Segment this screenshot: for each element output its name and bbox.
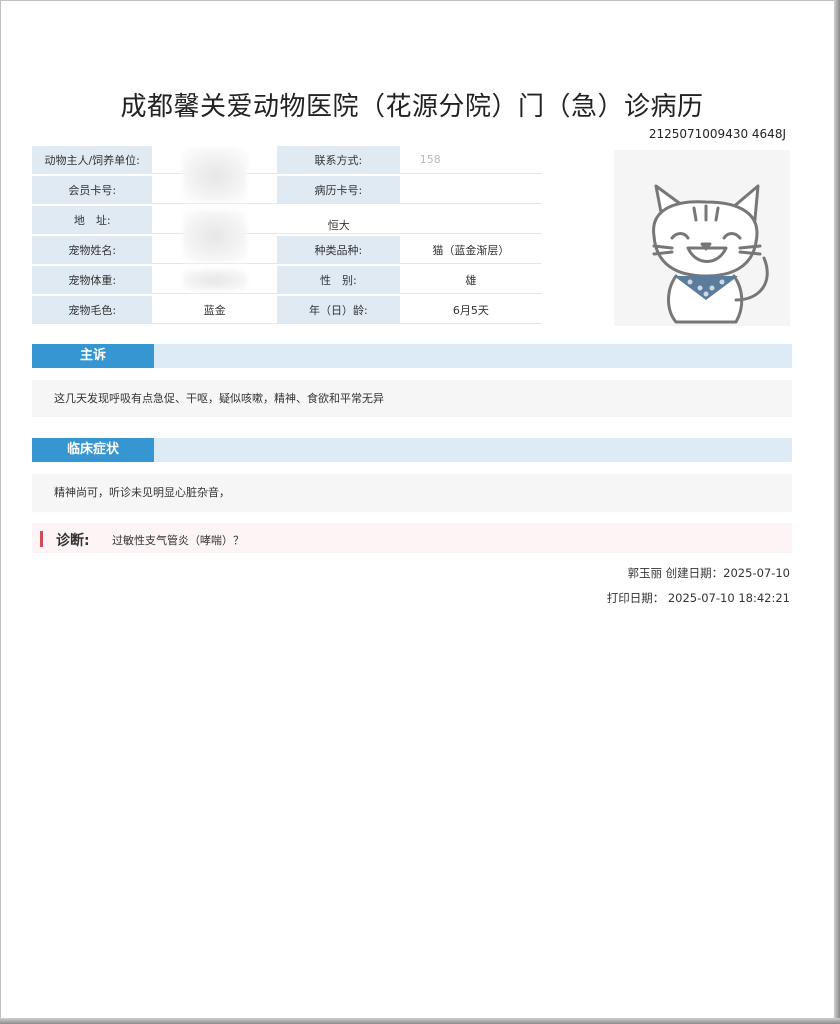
symptoms-header: 临床症状 xyxy=(32,438,792,462)
species-value: 猫（蓝金渐层） xyxy=(399,236,542,264)
patient-info-table: 动物主人/饲养单位: 联系方式: 158 会员卡号: 病历卡号: 地 址: 恒大… xyxy=(32,144,542,326)
printed-date: 打印日期： 2025-07-10 18:42:21 xyxy=(606,591,790,605)
weight-value xyxy=(152,266,277,294)
contact-value: 158 xyxy=(399,146,542,174)
diagnosis-text: 过敏性支气管炎（哮喘）？ xyxy=(112,534,244,547)
diagnosis-box: 诊断: 过敏性支气管炎（哮喘）？ xyxy=(32,523,792,553)
info-row: 会员卡号: 病历卡号: xyxy=(32,149,542,204)
medical-record-page: 成都馨关爱动物医院（花源分院）门（急）诊病历 2125071009430 464… xyxy=(30,0,794,1010)
redacted-member-card xyxy=(182,149,247,202)
member-card-value xyxy=(152,149,277,204)
coat-value: 蓝金 xyxy=(152,296,277,324)
species-label: 种类品种: xyxy=(276,236,400,264)
address-label: 地 址: xyxy=(32,206,153,234)
case-card-value xyxy=(399,176,542,204)
owner-label: 动物主人/饲养单位: xyxy=(32,146,153,174)
sex-label: 性 别: xyxy=(276,266,400,294)
member-card-label: 会员卡号: xyxy=(32,176,153,204)
redacted-pet-name xyxy=(182,209,247,262)
age-value: 6月5天 xyxy=(399,296,542,324)
coat-label: 宠物毛色: xyxy=(32,296,153,324)
pet-name-value xyxy=(152,209,277,264)
info-row: 动物主人/饲养单位: 联系方式: 158 xyxy=(32,146,542,174)
page-shadow-bottom xyxy=(0,1018,840,1024)
diagnosis-marker xyxy=(40,531,43,547)
created-date: 郭玉丽 创建日期：2025-07-10 xyxy=(627,566,791,580)
info-row: 宠物毛色: 蓝金 年（日）龄: 6月5天 xyxy=(32,296,542,324)
contact-label: 联系方式: xyxy=(276,146,400,174)
age-label: 年（日）龄: xyxy=(276,296,400,324)
page-shadow-right xyxy=(834,0,840,1024)
complaint-label: 主诉 xyxy=(32,344,154,368)
record-id: 2125071009430 4648J xyxy=(648,127,786,141)
info-row: 宠物体重: 性 别: 雄 xyxy=(32,266,542,294)
contact-partial: 158 xyxy=(419,153,441,166)
symptoms-label: 临床症状 xyxy=(32,438,154,462)
sex-value: 雄 xyxy=(399,266,542,294)
symptoms-text: 精神尚可，听诊未见明显心脏杂音， xyxy=(32,474,792,512)
info-row: 地 址: 恒大 xyxy=(32,206,542,234)
smiling-cat-illustration xyxy=(614,150,790,326)
weight-label: 宠物体重: xyxy=(32,266,153,294)
case-card-label: 病历卡号: xyxy=(276,176,400,204)
pet-name-label: 宠物姓名: xyxy=(32,236,153,264)
info-row: 宠物姓名: 种类品种: 猫（蓝金渐层） xyxy=(32,209,542,264)
address-text: 恒大 xyxy=(327,218,350,232)
redacted-weight xyxy=(182,268,247,291)
complaint-text: 这几天发现呼吸有点急促、干呕，疑似咳嗽，精神、食欲和平常无异 xyxy=(32,380,792,417)
diagnosis-label: 诊断: xyxy=(56,533,90,549)
record-title: 成都馨关爱动物医院（花源分院）门（急）诊病历 xyxy=(120,92,704,122)
complaint-header: 主诉 xyxy=(32,344,792,368)
address-cont-value: 恒大 xyxy=(328,206,542,234)
